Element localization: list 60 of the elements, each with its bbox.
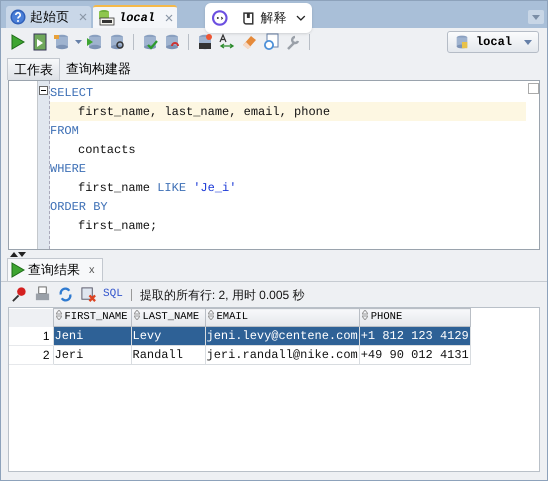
worksheet-tab[interactable]: 工作表 bbox=[7, 58, 60, 80]
database-icon bbox=[454, 34, 470, 50]
sort-icon bbox=[208, 310, 214, 320]
code-line[interactable]: first_name LIKE 'Je_i' bbox=[50, 178, 526, 197]
database-search-icon[interactable] bbox=[108, 33, 126, 51]
table-cell[interactable]: Randall bbox=[131, 346, 205, 364]
run-icon[interactable] bbox=[9, 33, 27, 51]
code-line[interactable]: first_name; bbox=[50, 216, 526, 235]
code-line[interactable]: ORDER BY bbox=[50, 197, 526, 216]
caret-icon bbox=[532, 14, 540, 20]
corner-square-icon bbox=[528, 83, 539, 94]
editor-tab[interactable]: local bbox=[93, 5, 178, 28]
status-text: 提取的所有行: 2, 用时 0.005 秒 bbox=[140, 286, 305, 304]
column-header[interactable]: FIRST_NAME bbox=[53, 308, 131, 326]
book-icon bbox=[242, 12, 254, 24]
sql-link[interactable]: SQL bbox=[103, 286, 123, 303]
worksheet-tab[interactable]: 查询构建器 bbox=[60, 58, 137, 80]
pushpin-icon[interactable] bbox=[11, 286, 28, 303]
table-cell[interactable]: +1 812 123 4129 bbox=[359, 326, 470, 346]
printer-icon[interactable] bbox=[34, 286, 51, 303]
run-script-icon[interactable] bbox=[31, 33, 49, 51]
code-line[interactable]: SELECT bbox=[50, 83, 526, 102]
column-header[interactable]: LAST_NAME bbox=[131, 308, 205, 326]
robot-face-icon[interactable] bbox=[211, 9, 229, 27]
code-line[interactable]: FROM bbox=[50, 121, 526, 140]
fold-icon[interactable] bbox=[39, 86, 48, 95]
caret-icon bbox=[524, 40, 532, 44]
code-line[interactable]: contacts bbox=[50, 140, 526, 159]
column-header[interactable]: EMAIL bbox=[205, 308, 360, 326]
table-cell[interactable]: +49 90 012 4131 bbox=[359, 346, 470, 364]
sort-icon bbox=[56, 310, 62, 320]
row-number: 2 bbox=[9, 346, 53, 364]
database-check-icon[interactable] bbox=[141, 33, 159, 51]
chevron-down-icon[interactable] bbox=[296, 15, 306, 21]
table-cell[interactable]: jeni.levy@centene.com bbox=[205, 326, 360, 346]
table-cell[interactable]: Jeri bbox=[53, 346, 131, 364]
close-icon[interactable] bbox=[165, 14, 174, 22]
sort-icon bbox=[134, 310, 140, 320]
delete-grid-icon[interactable] bbox=[80, 286, 97, 303]
table-cell[interactable]: Jeni bbox=[53, 326, 131, 346]
database-sql-icon[interactable] bbox=[196, 33, 214, 51]
explain-button[interactable]: 解释 bbox=[260, 8, 286, 28]
code-line[interactable]: WHERE bbox=[50, 159, 526, 178]
run-icon bbox=[11, 262, 25, 278]
font-case-icon[interactable] bbox=[218, 33, 236, 51]
clock-document-icon[interactable] bbox=[262, 33, 280, 51]
table-cell[interactable]: jeri.randall@nike.com bbox=[205, 346, 360, 364]
connection-dropdown[interactable]: local bbox=[446, 31, 539, 53]
sort-icon bbox=[362, 310, 368, 320]
refresh-icon[interactable] bbox=[57, 286, 74, 303]
column-header[interactable]: PHONE bbox=[359, 308, 470, 326]
editor-tab[interactable]: 起始页 bbox=[6, 6, 91, 28]
table-cell[interactable]: Levy bbox=[131, 326, 205, 346]
help-icon bbox=[10, 9, 26, 25]
caret-icon[interactable] bbox=[75, 40, 82, 44]
database-undo-icon[interactable] bbox=[163, 33, 181, 51]
database-sql-icon bbox=[97, 9, 115, 26]
close-button[interactable]: x bbox=[89, 262, 94, 278]
results-tab[interactable]: 查询结果 x bbox=[7, 258, 102, 281]
splitter-arrows-icon[interactable] bbox=[9, 250, 27, 258]
